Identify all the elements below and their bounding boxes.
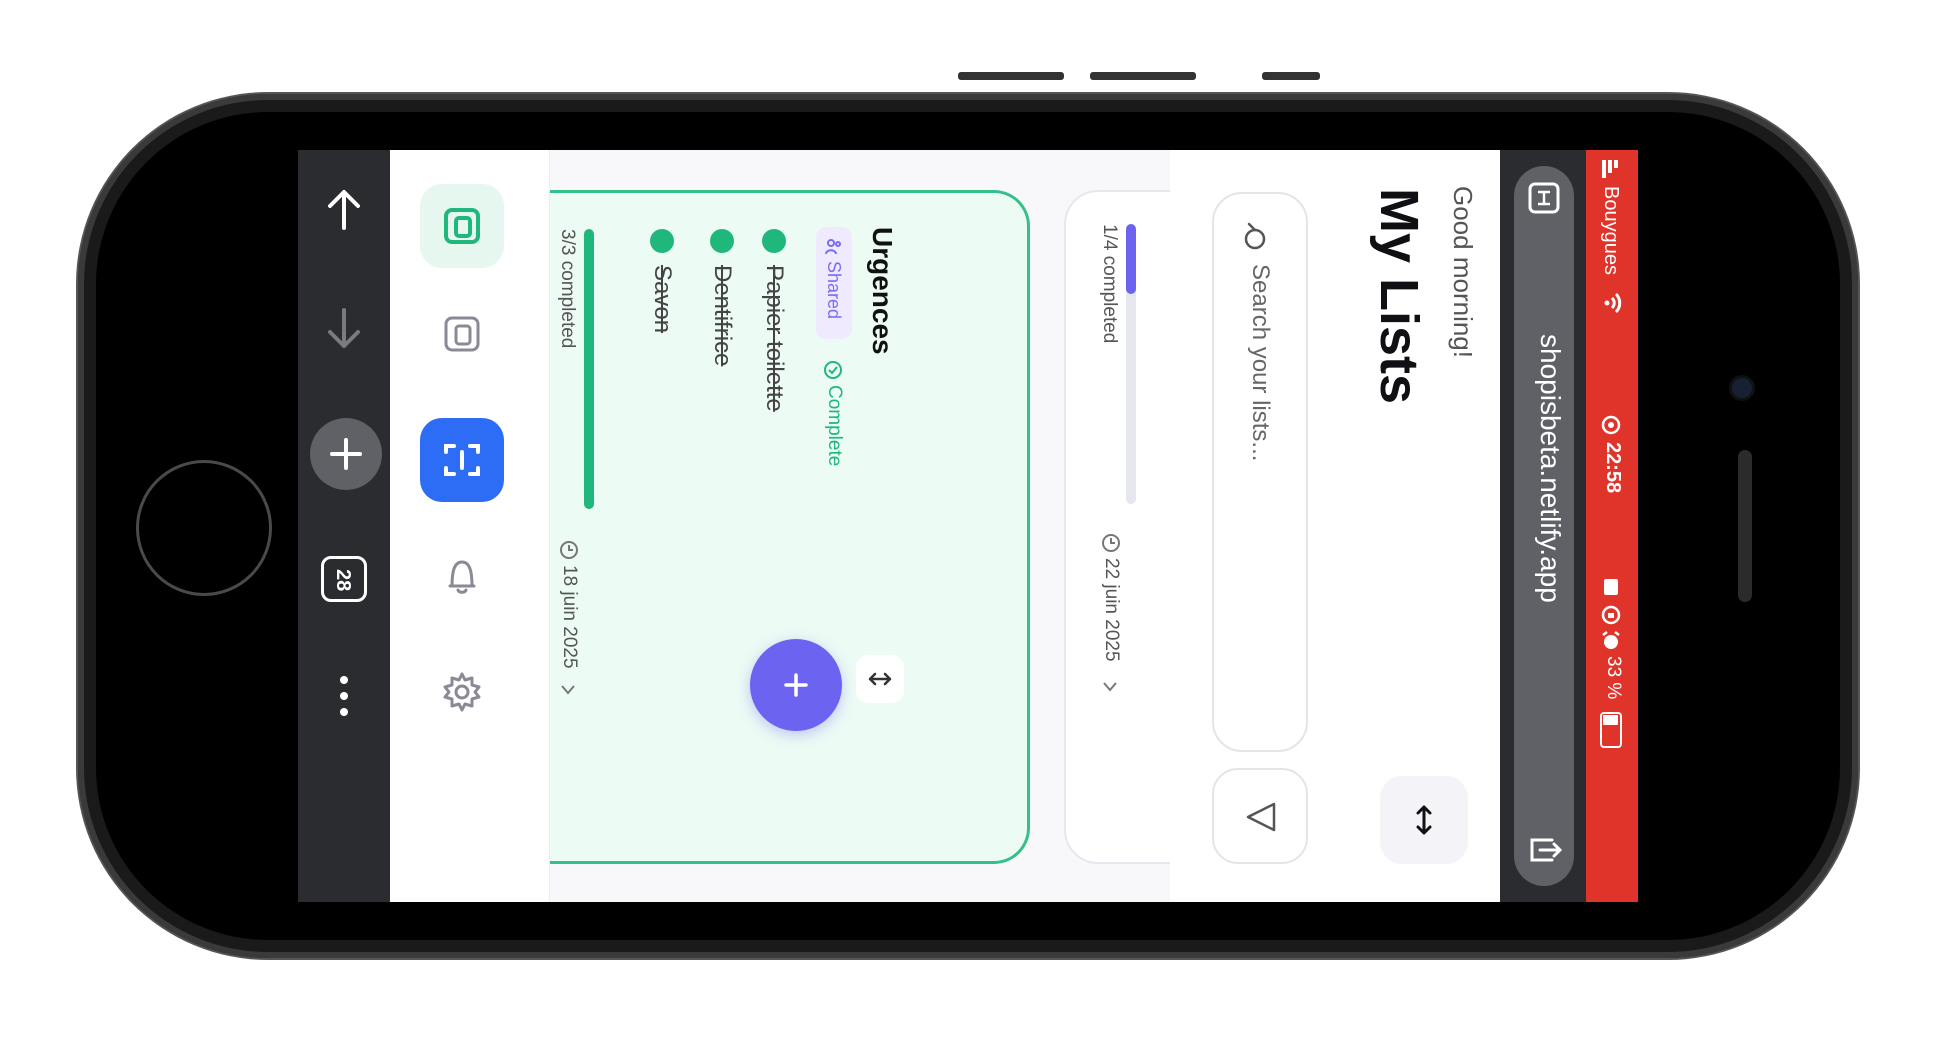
- item-check-3[interactable]: [650, 229, 674, 253]
- alarm-icon: [1602, 631, 1620, 649]
- users-icon: [825, 239, 841, 255]
- expand-button[interactable]: [1380, 776, 1468, 864]
- front-camera: [1732, 378, 1752, 398]
- filter-button[interactable]: [1212, 768, 1308, 864]
- wifi-icon: [1604, 292, 1622, 314]
- list-card-2[interactable]: 1/4 completed 22 juin 2025: [1064, 190, 1174, 864]
- list-title: Urgences: [867, 227, 898, 355]
- translate-icon[interactable]: [1526, 180, 1562, 216]
- signal-icon: [1602, 160, 1618, 178]
- mute-switch: [1262, 72, 1320, 80]
- add-list-fab[interactable]: [750, 639, 842, 731]
- share-icon[interactable]: [1526, 832, 1562, 868]
- volume-up-button: [958, 72, 1064, 80]
- book-icon: [444, 316, 480, 352]
- earpiece-speaker: [1738, 450, 1752, 602]
- resize-horizontal-icon: [1416, 805, 1432, 835]
- progress-bar-fill: [1126, 224, 1136, 294]
- orientation-lock-icon: [1601, 605, 1621, 625]
- plus-icon: [784, 673, 808, 697]
- tab-count: 28: [332, 569, 354, 592]
- nav-lists[interactable]: [420, 184, 504, 268]
- list-card-urgences[interactable]: 3/3 completed 18 juin 2025 Papier toilet…: [550, 190, 1030, 864]
- lists-icon: [444, 208, 480, 244]
- tab-switcher-button[interactable]: 28: [321, 556, 367, 602]
- status-label: Complete: [824, 385, 845, 467]
- check-circle-icon: [824, 361, 842, 379]
- list-item: Savon: [649, 265, 676, 334]
- volume-down-button: [1090, 72, 1196, 80]
- list-item: Papier toilette: [761, 265, 788, 412]
- app-nav: [390, 150, 550, 902]
- url-text: shopisbeta.netlify.app: [1535, 334, 1566, 603]
- item-check-1[interactable]: [762, 229, 786, 253]
- chevron-down-icon[interactable]: [558, 681, 578, 699]
- home-button[interactable]: [136, 460, 272, 596]
- new-tab-button[interactable]: [310, 418, 382, 490]
- arrow-down-icon[interactable]: [314, 298, 374, 358]
- filter-icon: [1246, 802, 1276, 832]
- shared-label: Shared: [824, 261, 844, 320]
- resize-vertical-icon: [868, 672, 892, 686]
- status-bar: Bouygues 22:58 33 %: [1586, 150, 1638, 902]
- clock-icon: [560, 541, 578, 559]
- search-input[interactable]: Search your lists...: [1212, 192, 1308, 752]
- list-date: 22 juin 2025: [1101, 558, 1122, 662]
- progress-text: 3/3 completed: [557, 229, 578, 349]
- item-check-2[interactable]: [710, 229, 734, 253]
- reorder-handle[interactable]: [856, 655, 904, 703]
- search-placeholder: Search your lists...: [1247, 264, 1274, 462]
- list-date: 18 juin 2025: [559, 565, 580, 669]
- greeting: Good morning!: [1448, 186, 1478, 358]
- nav-settings[interactable]: [420, 650, 504, 734]
- gear-icon: [443, 672, 481, 712]
- more-vert-icon[interactable]: [314, 666, 374, 726]
- search-icon: [1244, 222, 1266, 250]
- battery-percent: 33 %: [1603, 656, 1624, 700]
- nav-notifications[interactable]: [420, 532, 504, 616]
- scan-button[interactable]: [420, 418, 504, 502]
- url-pill[interactable]: shopisbeta.netlify.app: [1514, 166, 1574, 886]
- location-icon: [1601, 415, 1621, 435]
- screen: 28 3/3 completed 18 juin 2025 Papier toi…: [298, 150, 1638, 902]
- bell-icon: [448, 560, 476, 594]
- nav-pantry[interactable]: [420, 292, 504, 376]
- page-title: My Lists: [1369, 188, 1429, 405]
- chevron-down-icon[interactable]: [1100, 678, 1120, 696]
- clock-time: 22:58: [1602, 442, 1624, 494]
- progress-text: 1/4 completed: [1099, 224, 1120, 344]
- app-header: Search your lists... My Lists Good morni…: [1170, 150, 1500, 902]
- battery-icon: [1600, 712, 1622, 748]
- bluetooth-icon: [1604, 579, 1618, 595]
- browser-toolbar: 28: [298, 150, 390, 902]
- carrier-name: Bouygues: [1600, 186, 1622, 275]
- browser-url-bar: shopisbeta.netlify.app: [1500, 150, 1586, 902]
- scan-icon: [444, 444, 480, 476]
- progress-bar-fill: [584, 229, 594, 509]
- lists-area: 3/3 completed 18 juin 2025 Papier toilet…: [550, 150, 1174, 902]
- list-item: Dentifrice: [709, 265, 736, 367]
- plus-icon: [330, 438, 362, 470]
- clock-icon: [1102, 534, 1120, 552]
- arrow-up-icon[interactable]: [314, 180, 374, 240]
